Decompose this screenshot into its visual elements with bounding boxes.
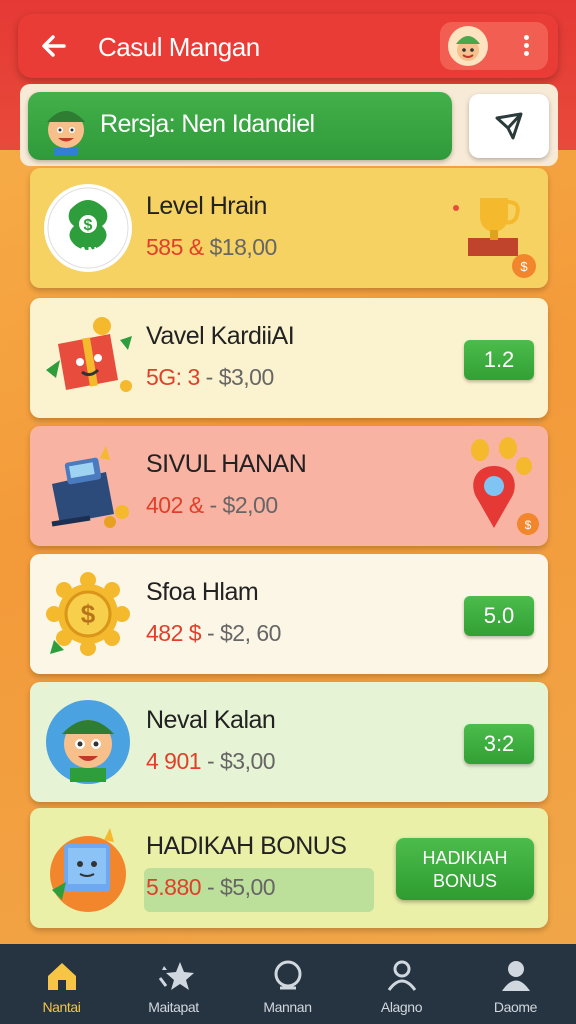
svg-text:$: $ — [81, 599, 96, 629]
cash-register-icon — [51, 446, 129, 528]
svg-text:$: $ — [520, 259, 528, 274]
nav-tab-profile[interactable]: Daome — [458, 944, 573, 1024]
item-price: 5G: 3 - $3,00 — [146, 364, 274, 390]
location-pin-icon: $ — [471, 437, 539, 535]
rating-badge[interactable]: 3:2 — [464, 724, 534, 764]
list-item[interactable]: Neval Kalan 4 901 - $3,00 3:2 — [30, 682, 548, 802]
list-item[interactable]: SIVUL HANAN 402 & - $2,00 $ — [30, 426, 548, 546]
item-price: 4 901 - $3,00 — [146, 748, 276, 774]
rating-badge[interactable]: 1.2 — [464, 340, 534, 380]
app-bar: Casul Mangan — [18, 14, 558, 78]
promo-banner[interactable]: Rersja: Nen Idandiel — [28, 92, 452, 160]
avatar[interactable] — [448, 26, 488, 66]
trophy-icon: $ — [453, 198, 536, 278]
item-name: Vavel KardiiAI — [146, 322, 295, 350]
item-price: 585 & $18,00 — [146, 234, 277, 260]
bottom-navigation: Nantai Maitapat Mannan Alagno Daome — [0, 944, 576, 1024]
banner-text: Rersja: Nen Idandiel — [100, 110, 315, 138]
nav-tab-account[interactable]: Alagno — [344, 944, 459, 1024]
svg-text:$: $ — [525, 518, 532, 532]
item-price: 482 $ - $2, 60 — [146, 620, 281, 646]
nav-tab-favorites[interactable]: Maitapat — [116, 944, 231, 1024]
gift-box-icon — [46, 317, 132, 392]
profile-icon — [502, 961, 530, 991]
list-item[interactable]: Vavel KardiiAI 5G: 3 - $3,00 1.2 — [30, 298, 548, 418]
robot-box-icon — [50, 828, 126, 912]
home-icon — [48, 963, 76, 990]
header-actions — [440, 22, 548, 70]
money-bag-icon: $ CANG — [44, 184, 132, 272]
item-price: 402 & - $2,00 — [146, 492, 278, 518]
list-item[interactable]: $ CANG Level Hrain 585 & $18,00 $ — [30, 168, 548, 288]
nav-tab-search[interactable]: Mannan — [230, 944, 345, 1024]
item-name: SIVUL HANAN — [146, 450, 307, 478]
search-icon — [274, 960, 302, 990]
nav-tab-home[interactable]: Nantai — [4, 944, 119, 1024]
back-arrow-icon[interactable] — [36, 28, 72, 64]
item-price: 5.880 - $5,00 — [146, 874, 276, 900]
more-menu-icon[interactable] — [516, 32, 536, 60]
item-name: Sfoa Hlam — [146, 578, 259, 606]
svg-text:$: $ — [84, 217, 93, 234]
user-lock-icon — [387, 960, 417, 991]
item-name: Level Hrain — [146, 192, 267, 220]
character-icon — [46, 700, 130, 784]
svg-text:CANG: CANG — [69, 244, 107, 259]
list-item[interactable]: HADIKAH BONUS 5.880 - $5,00 HADIKIAH BON… — [30, 808, 548, 928]
item-name: HADIKAH BONUS — [146, 832, 347, 860]
gold-coin-icon: $ — [46, 572, 130, 656]
rating-badge[interactable]: 5.0 — [464, 596, 534, 636]
stars-icon — [158, 962, 194, 990]
send-icon — [495, 112, 523, 140]
character-icon — [47, 111, 85, 156]
page-title: Casul Mangan — [98, 32, 260, 62]
item-name: Neval Kalan — [146, 706, 276, 734]
bonus-button[interactable]: HADIKIAH BONUS — [396, 838, 534, 900]
share-button[interactable] — [469, 94, 549, 158]
list-item[interactable]: $ Sfoa Hlam 482 $ - $2, 60 5.0 — [30, 554, 548, 674]
